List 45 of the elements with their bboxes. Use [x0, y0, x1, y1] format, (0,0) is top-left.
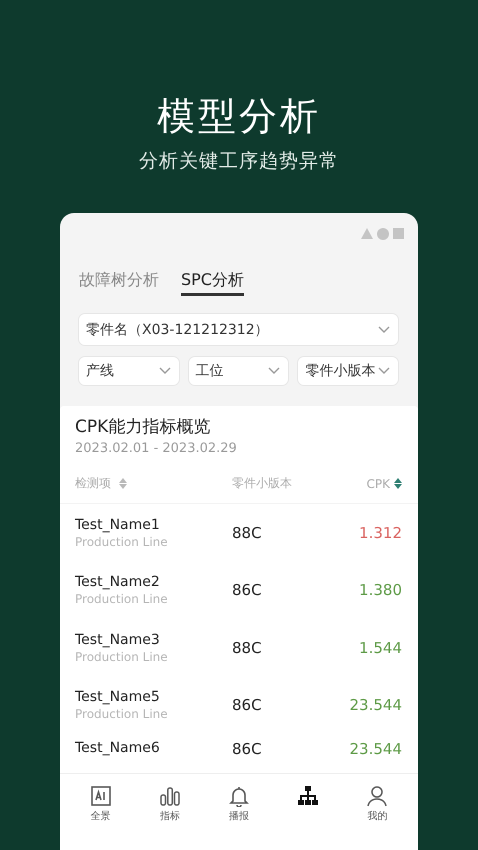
- version-cell-text: 86C: [232, 696, 263, 714]
- production-line: Production Line: [75, 707, 168, 722]
- nav-item[interactable]: 全景: [70, 774, 131, 850]
- cpk-value: 1.380: [358, 581, 402, 600]
- filter-select[interactable]: 零件小版本: [297, 356, 400, 386]
- cpk-value: 1.544: [358, 638, 402, 657]
- circle-icon: [377, 228, 389, 240]
- page-subtitle: 分析关键工序趋势异常: [139, 149, 339, 174]
- test-name: Test_Name1: [75, 516, 160, 533]
- person-icon: [366, 785, 388, 807]
- production-line: Production Line: [75, 650, 168, 664]
- production-line: Production Line: [75, 592, 168, 606]
- cpk-value: 23.544: [348, 740, 402, 758]
- test-name: Test_Name5: [75, 689, 160, 706]
- chevron-down-icon: [158, 367, 171, 375]
- page-title: 模型分析: [157, 93, 321, 140]
- chevron-down-icon: [378, 326, 390, 334]
- nav-item[interactable]: 指标: [140, 774, 200, 850]
- nav-item[interactable]: 播报: [208, 774, 269, 850]
- cpk-value: 23.544: [348, 696, 402, 714]
- test-name: Test_Name3: [75, 632, 160, 648]
- date-range: 2023.02.01 - 2023.02.29: [74, 440, 238, 456]
- version-cell-text: 88C: [232, 524, 263, 542]
- production-line: Production Line: [75, 534, 168, 549]
- filter-select[interactable]: 工位: [188, 356, 290, 386]
- section-title: CPK能力指标概览: [74, 416, 212, 438]
- test-name: Test_Name6: [75, 740, 160, 756]
- sort-icon[interactable]: [394, 478, 402, 489]
- version-cell-text: 86C: [232, 581, 263, 600]
- ai-icon: [90, 785, 112, 807]
- column-header: 零件小版本: [232, 476, 292, 490]
- part-select[interactable]: 零件名（X03-121212312）: [78, 313, 399, 346]
- nav-item[interactable]: 我的: [347, 774, 408, 850]
- version-cell-text: 86C: [232, 740, 263, 758]
- version-cell-text: 88C: [232, 638, 263, 657]
- tab[interactable]: SPC分析: [181, 270, 244, 296]
- bell-icon: [228, 785, 250, 807]
- cpk-value: 1.312: [358, 524, 402, 542]
- test-name: Test_Name2: [75, 574, 160, 590]
- network-icon: [297, 785, 320, 807]
- square-icon: [393, 228, 404, 239]
- filter-select[interactable]: 产线: [78, 356, 180, 386]
- bar-chart-icon: [158, 785, 181, 807]
- chevron-down-icon: [378, 367, 390, 375]
- chevron-down-icon: [268, 367, 280, 375]
